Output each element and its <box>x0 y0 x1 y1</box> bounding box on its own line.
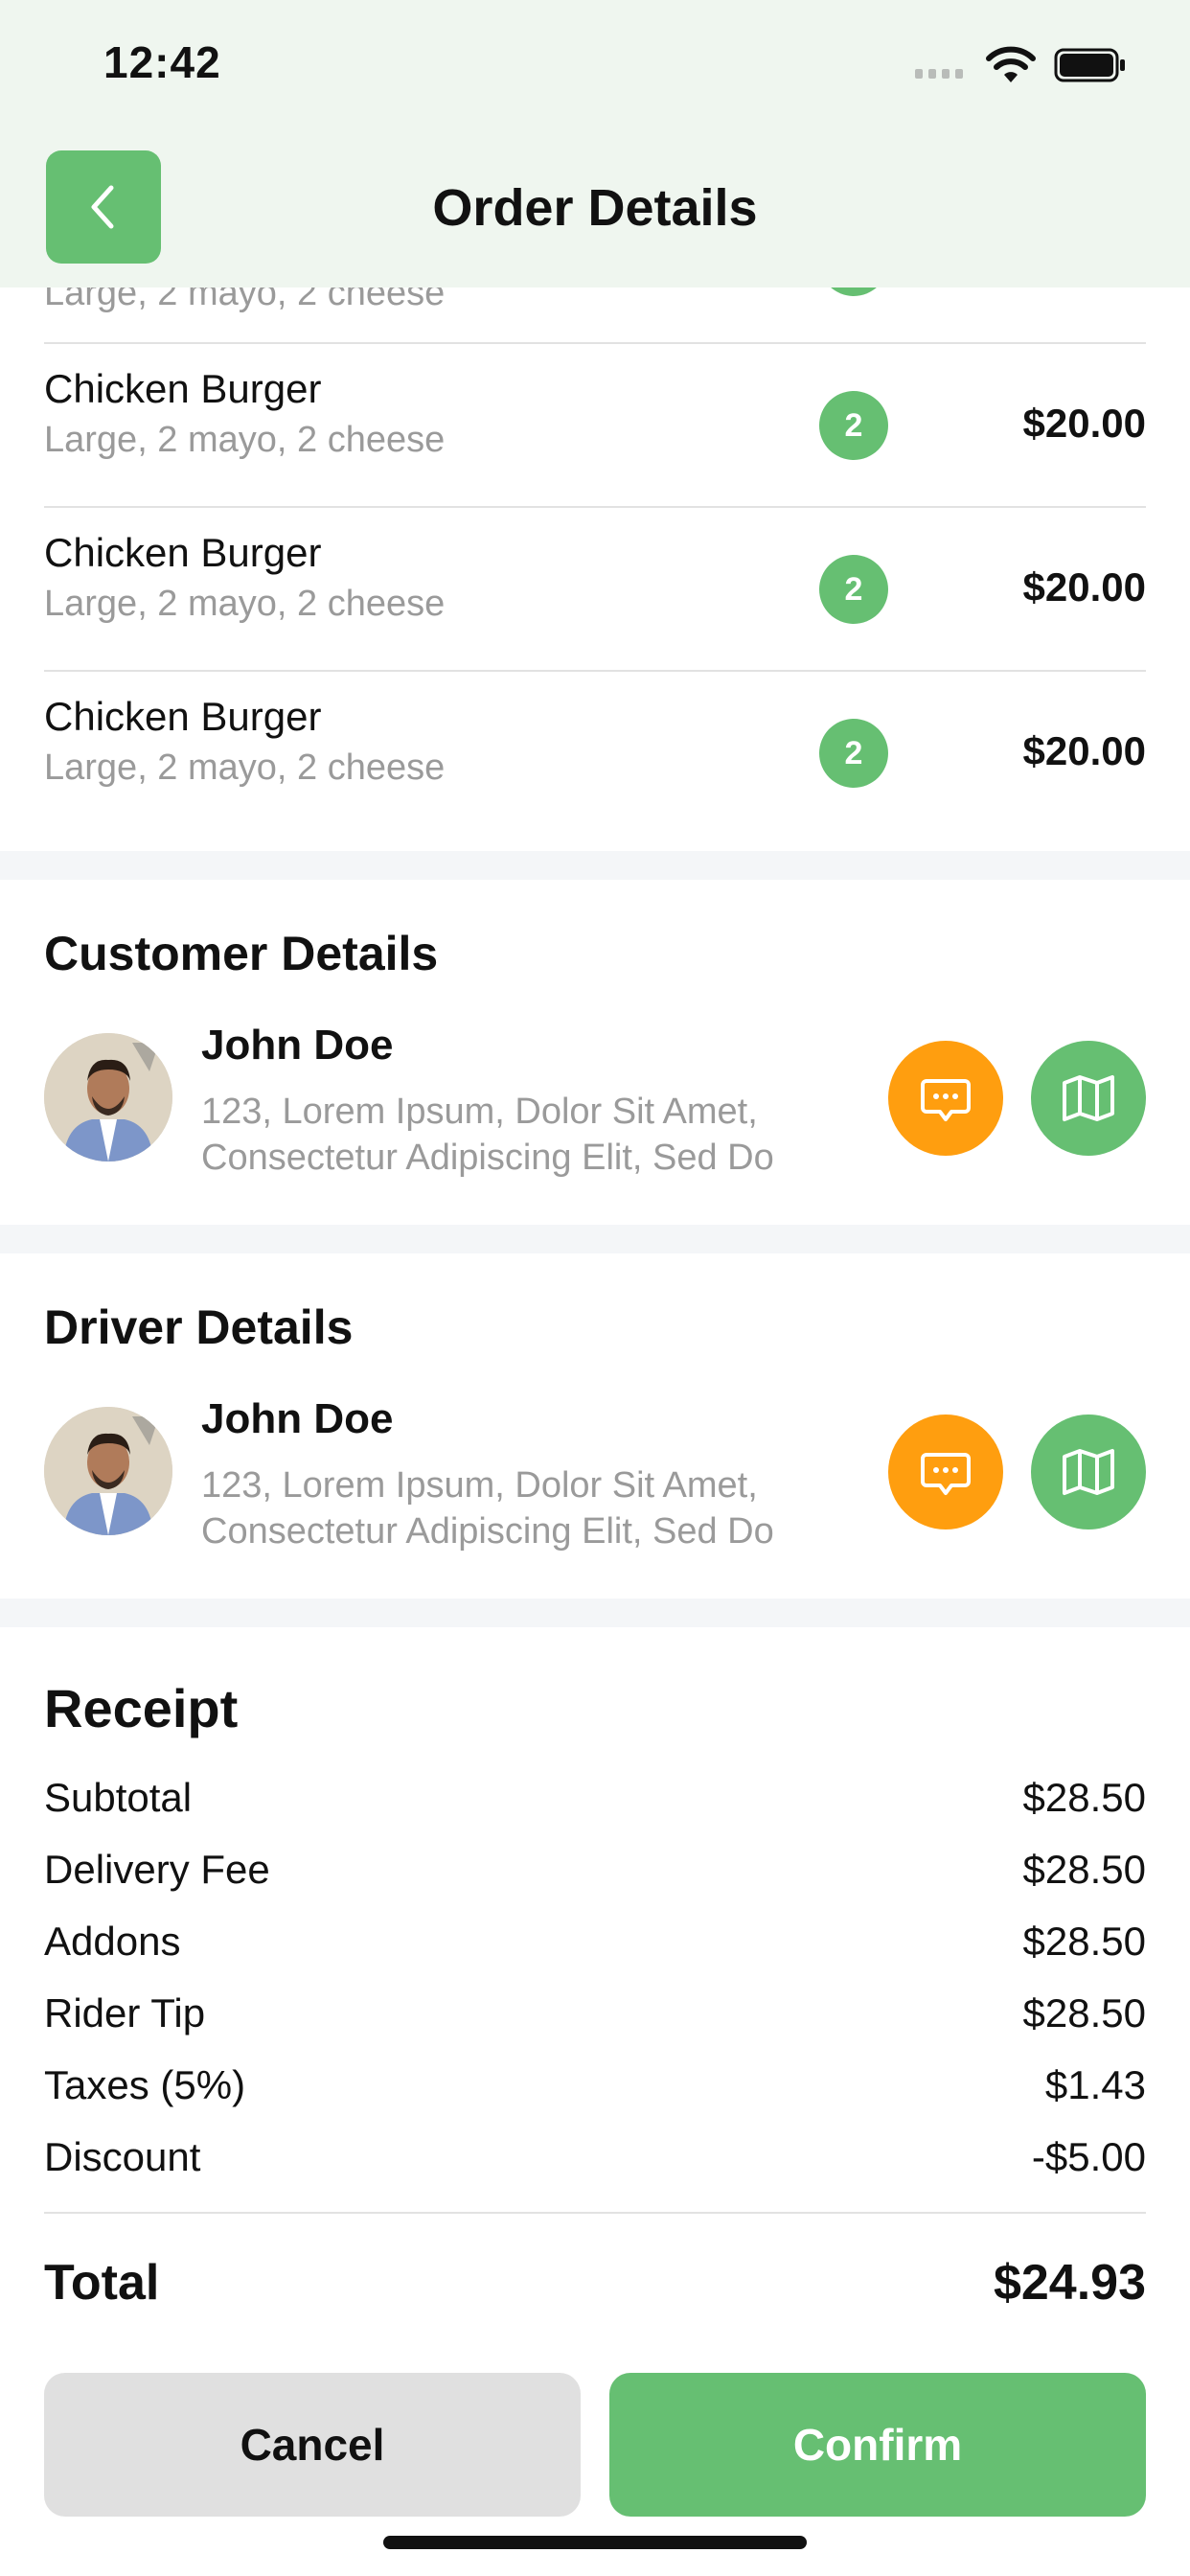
page-title: Order Details <box>432 179 758 237</box>
divider <box>44 506 1146 508</box>
section-title: Driver Details <box>44 1300 354 1354</box>
item-description: Large, 2 mayo, 2 cheese <box>44 420 446 460</box>
list-item: Chicken Burger Large, 2 mayo, 2 cheese 2… <box>0 509 1190 672</box>
receipt-label: Discount <box>44 2134 201 2179</box>
battery-icon <box>1054 48 1125 82</box>
receipt-row: Rider Tip $28.50 <box>44 1990 1146 2048</box>
address-line: Consectetur Adipiscing Elit, Sed Do <box>201 1511 774 1552</box>
avatar <box>44 1033 172 1162</box>
item-price: $20.00 <box>1022 728 1146 773</box>
quantity-badge: 2 <box>819 555 888 624</box>
map-icon <box>1063 1449 1114 1495</box>
section-separator <box>0 851 1190 880</box>
customer-address: 123, Lorem Ipsum, Dolor Sit Amet, Consec… <box>201 1089 853 1181</box>
receipt-title: Receipt <box>44 1678 239 1738</box>
item-name: Chicken Burger <box>44 366 322 411</box>
map-icon <box>1063 1075 1114 1121</box>
customer-name: John Doe <box>201 1022 394 1069</box>
receipt-label: Delivery Fee <box>44 1847 270 1892</box>
receipt-value: -$5.00 <box>1031 2134 1146 2179</box>
receipt-value: $28.50 <box>1022 1990 1146 2036</box>
list-item: Chicken Burger Large, 2 mayo, 2 cheese 2… <box>0 345 1190 508</box>
chat-driver-button[interactable] <box>888 1414 1003 1530</box>
home-indicator <box>383 2536 807 2549</box>
address-line: 123, Lorem Ipsum, Dolor Sit Amet, <box>201 1092 758 1132</box>
receipt-row: Delivery Fee $28.50 <box>44 1847 1146 1904</box>
person-photo-icon <box>44 1407 172 1535</box>
status-time: 12:42 <box>103 37 221 87</box>
total-value: $24.93 <box>993 2255 1146 2311</box>
receipt-label: Taxes (5%) <box>44 2062 246 2107</box>
receipt-value: $28.50 <box>1022 1919 1146 1964</box>
item-price: $20.00 <box>1022 564 1146 610</box>
header-bar: 12:42 Order Details <box>0 0 1190 288</box>
receipt-row: Subtotal $28.50 <box>44 1775 1146 1832</box>
divider <box>44 2212 1146 2214</box>
driver-name: John Doe <box>201 1395 394 1442</box>
address-line: Consectetur Adipiscing Elit, Sed Do <box>201 1138 774 1178</box>
item-description: Large, 2 mayo, 2 cheese <box>44 584 446 624</box>
chat-icon <box>921 1079 971 1121</box>
confirm-button[interactable]: Confirm <box>609 2373 1146 2517</box>
receipt-value: $28.50 <box>1022 1847 1146 1892</box>
divider <box>44 670 1146 672</box>
receipt-row: Discount -$5.00 <box>44 2134 1146 2192</box>
quantity-badge: 2 <box>819 391 888 460</box>
cellular-signal-icon <box>915 69 963 79</box>
driver-address: 123, Lorem Ipsum, Dolor Sit Amet, Consec… <box>201 1462 853 1554</box>
address-line: 123, Lorem Ipsum, Dolor Sit Amet, <box>201 1465 758 1506</box>
list-item: Chicken Burger Large, 2 mayo, 2 cheese 2… <box>0 673 1190 836</box>
quantity-badge: 2 <box>819 719 888 788</box>
item-description: Large, 2 mayo, 2 cheese <box>44 748 446 788</box>
receipt-value: $1.43 <box>1044 2062 1146 2107</box>
receipt-value: $28.50 <box>1022 1775 1146 1820</box>
section-title: Customer Details <box>44 927 439 980</box>
section-separator <box>0 1225 1190 1254</box>
item-price: $20.00 <box>1022 401 1146 446</box>
section-separator <box>0 1598 1190 1627</box>
map-driver-button[interactable] <box>1031 1414 1146 1530</box>
receipt-label: Addons <box>44 1919 181 1964</box>
item-name: Chicken Burger <box>44 694 322 739</box>
receipt-label: Rider Tip <box>44 1990 206 2036</box>
total-label: Total <box>44 2255 160 2311</box>
avatar <box>44 1407 172 1535</box>
receipt-row: Taxes (5%) $1.43 <box>44 2062 1146 2120</box>
chat-customer-button[interactable] <box>888 1041 1003 1156</box>
wifi-icon <box>986 46 1036 82</box>
receipt-label: Subtotal <box>44 1775 193 1820</box>
person-photo-icon <box>44 1033 172 1162</box>
map-customer-button[interactable] <box>1031 1041 1146 1156</box>
cancel-button[interactable]: Cancel <box>44 2373 581 2517</box>
receipt-row: Addons $28.50 <box>44 1919 1146 1976</box>
divider <box>44 342 1146 344</box>
chat-icon <box>921 1453 971 1495</box>
item-name: Chicken Burger <box>44 530 322 575</box>
